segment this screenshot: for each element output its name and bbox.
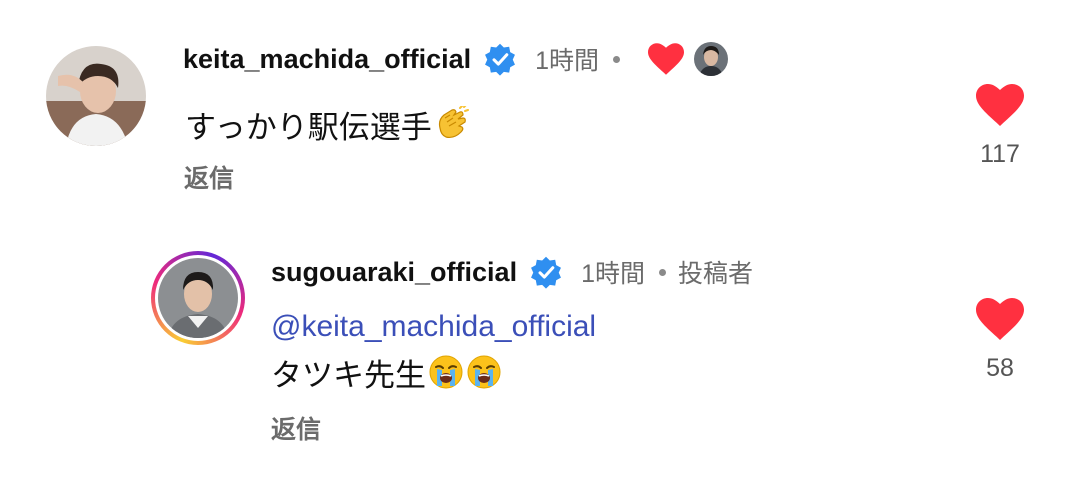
- reply-text: タツキ先生: [271, 352, 502, 393]
- comment-body: すっかり駅伝選手: [185, 109, 432, 145]
- avatar[interactable]: [158, 258, 238, 338]
- avatar-photo: [46, 46, 146, 146]
- heart-icon: [976, 84, 1024, 126]
- avatar[interactable]: [46, 46, 146, 146]
- timestamp: 1時間: [535, 47, 600, 75]
- reply-body: タツキ先生: [271, 357, 426, 393]
- like-count: 58: [986, 354, 1014, 382]
- timestamp: 1時間: [581, 260, 645, 288]
- like-button[interactable]: 58: [965, 298, 1035, 383]
- author-mini-avatar: [694, 42, 729, 76]
- reply-button[interactable]: 返信: [271, 410, 321, 446]
- verified-badge-icon: [485, 43, 516, 76]
- separator-dot: [658, 268, 666, 276]
- reply-header: sugouaraki_official 1時間 投稿者: [271, 252, 753, 292]
- heart-icon: [976, 298, 1024, 340]
- like-button[interactable]: 117: [965, 84, 1035, 169]
- loudly-crying-face-emoji-icon: [466, 354, 502, 390]
- loudly-crying-face-emoji-icon: [428, 354, 464, 390]
- mention-link[interactable]: @keita_machida_official: [271, 310, 596, 344]
- comment-header: keita_machida_official 1時間: [183, 39, 729, 79]
- username[interactable]: keita_machida_official: [183, 44, 471, 75]
- like-count: 117: [980, 140, 1020, 168]
- liked-by-author-heart-icon: [648, 43, 685, 75]
- comment-text: すっかり駅伝選手: [185, 104, 470, 145]
- avatar-photo: [158, 258, 238, 338]
- clapping-hands-emoji-icon: [434, 106, 470, 142]
- reply-button[interactable]: 返信: [184, 159, 234, 195]
- username[interactable]: sugouaraki_official: [271, 257, 517, 288]
- author-label: 投稿者: [677, 260, 753, 288]
- verified-badge-icon: [531, 256, 562, 289]
- separator-dot: [613, 55, 621, 63]
